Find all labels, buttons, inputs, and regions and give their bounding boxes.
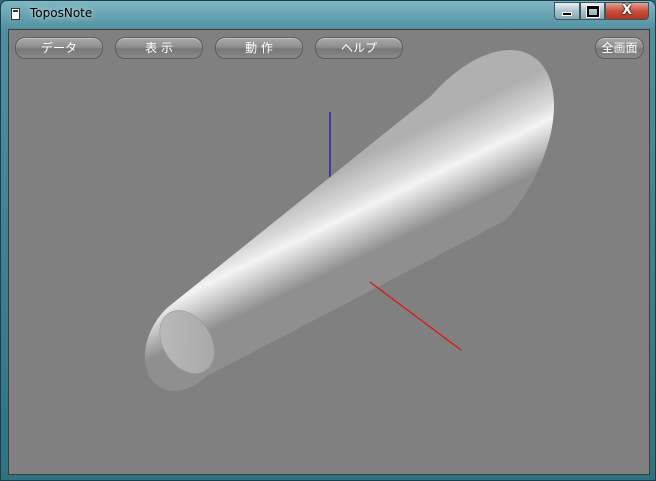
close-icon: X bbox=[621, 3, 633, 18]
minimize-button[interactable] bbox=[554, 2, 580, 20]
window-title: ToposNote bbox=[30, 6, 93, 20]
action-menu-button[interactable]: 動 作 bbox=[215, 37, 303, 59]
fullscreen-button[interactable]: 全画面 bbox=[595, 37, 644, 59]
close-button[interactable]: X bbox=[605, 2, 649, 20]
data-menu-button[interactable]: データ bbox=[15, 37, 103, 59]
title-bar[interactable]: ToposNote X bbox=[1, 1, 655, 28]
help-menu-button[interactable]: ヘルプ bbox=[315, 37, 403, 59]
viewport-3d[interactable]: データ 表 示 動 作 ヘルプ 全画面 bbox=[8, 29, 650, 475]
maximize-button[interactable] bbox=[580, 2, 605, 20]
minimize-icon bbox=[563, 13, 571, 15]
x-axis-line bbox=[369, 281, 462, 351]
view-menu-button[interactable]: 表 示 bbox=[115, 37, 203, 59]
cone-scene[interactable] bbox=[9, 30, 649, 474]
maximize-icon bbox=[586, 6, 599, 17]
app-window: ToposNote X データ 表 示 動 作 ヘルプ 全画面 bbox=[0, 0, 656, 481]
app-icon bbox=[11, 8, 20, 20]
